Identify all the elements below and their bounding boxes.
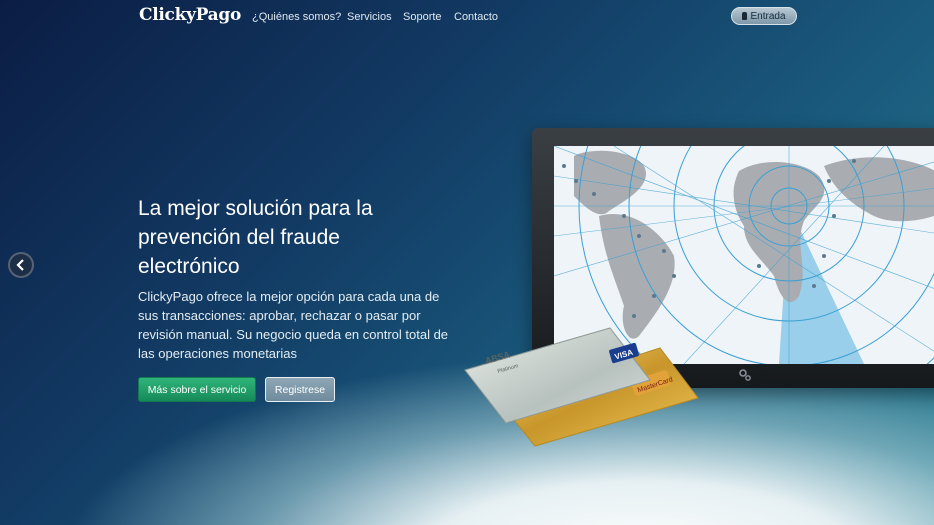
more-about-service-button[interactable]: Más sobre el servicio bbox=[138, 377, 256, 402]
hero-title: La mejor solución para la prevención del… bbox=[138, 197, 373, 278]
credit-cards-illustration: MasterCard ABSA Platinum VISA bbox=[464, 327, 699, 447]
nav-link-services[interactable]: Servicios bbox=[347, 11, 392, 23]
login-label: Entrada bbox=[750, 10, 786, 22]
gear-icon bbox=[739, 369, 751, 381]
top-navbar: ClickyPago ¿Quiénes somos? Servicios Sop… bbox=[0, 0, 934, 34]
brand-logo[interactable]: ClickyPago bbox=[139, 5, 241, 25]
chevron-left-icon bbox=[16, 259, 24, 271]
nav-link-contact[interactable]: Contacto bbox=[454, 11, 498, 23]
register-button[interactable]: Registrese bbox=[265, 377, 335, 402]
login-button[interactable]: Entrada bbox=[731, 7, 797, 25]
nav-link-about[interactable]: ¿Quiénes somos? bbox=[252, 11, 341, 23]
nav-link-support[interactable]: Soporte bbox=[403, 11, 442, 23]
lock-icon bbox=[742, 12, 748, 20]
hero-description: ClickyPago ofrece la mejor opción para c… bbox=[138, 289, 449, 361]
carousel-prev-button[interactable] bbox=[8, 252, 34, 278]
